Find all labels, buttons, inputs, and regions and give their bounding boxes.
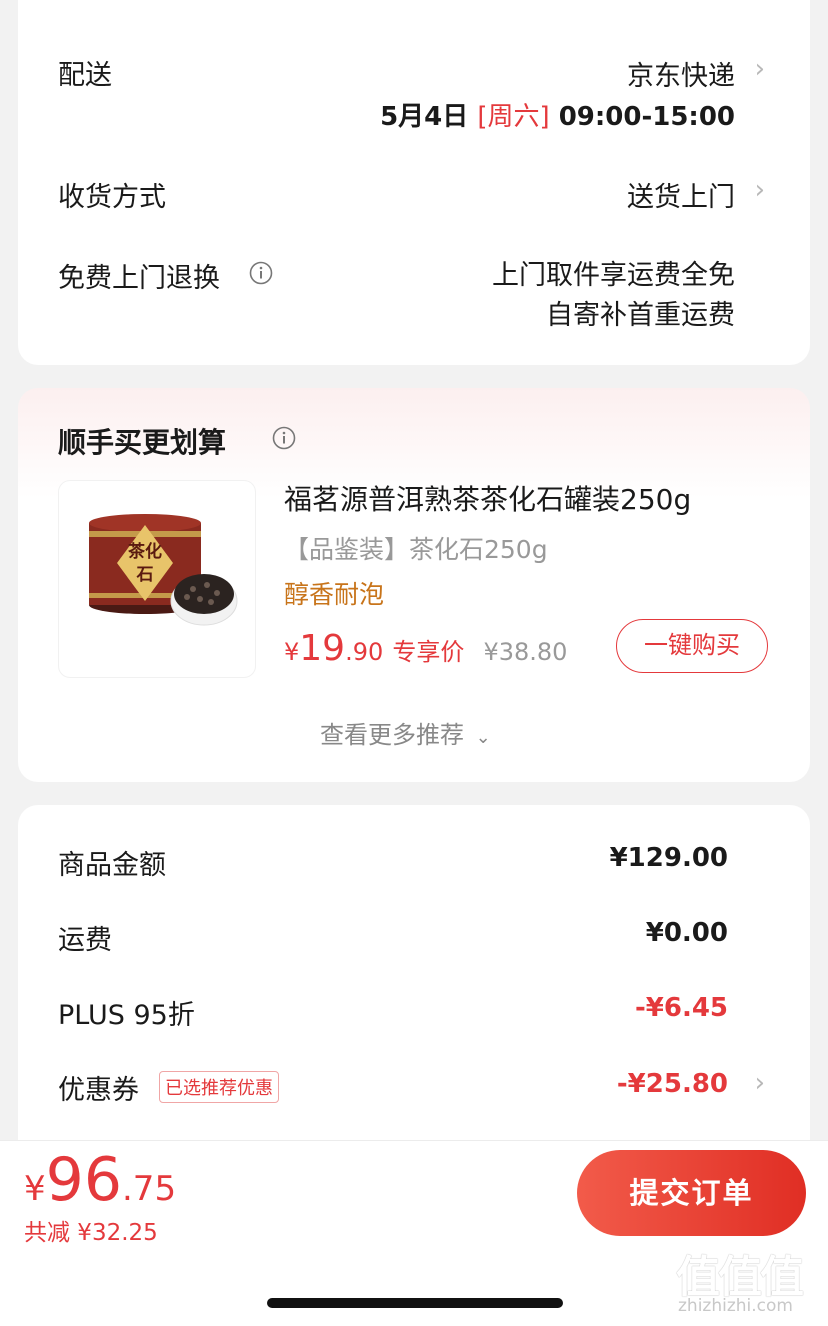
- receive-method-label: 收货方式: [58, 182, 166, 213]
- freight-label: 运费: [58, 925, 112, 956]
- delivery-time[interactable]: 5月4日 [周六] 09:00-15:00: [380, 96, 735, 133]
- price-currency: ¥: [284, 638, 300, 666]
- watermark-url: zhizhizhi.com: [678, 1296, 793, 1316]
- freight-value: ¥0.00: [645, 918, 728, 948]
- price-decimal: .90: [345, 638, 384, 666]
- total-currency: ¥: [24, 1169, 46, 1209]
- info-icon[interactable]: [272, 426, 296, 450]
- chevron-right-icon[interactable]: ›: [755, 1068, 765, 1098]
- product-price: ¥19.90 专享价 ¥38.80: [284, 628, 567, 669]
- plus-discount-label: PLUS 95折: [58, 1000, 195, 1031]
- product-name[interactable]: 福茗源普洱熟茶茶化石罐装250g: [284, 478, 691, 518]
- coupon-label: 优惠券: [58, 1075, 139, 1106]
- free-return-label: 免费上门退换: [58, 263, 220, 294]
- price-integer: 19: [299, 628, 346, 669]
- goods-amount-value: ¥129.00: [609, 843, 728, 873]
- svg-text:石: 石: [136, 565, 154, 585]
- total-decimal: .75: [122, 1169, 177, 1209]
- total-saved: 共减 ¥32.25: [24, 1220, 158, 1246]
- chevron-right-icon[interactable]: ›: [755, 54, 765, 84]
- bottom-bar: ¥96.75 共减 ¥32.25 提交订单 值值值 zhizhizhi.com: [0, 1140, 828, 1326]
- home-indicator: [267, 1298, 563, 1308]
- info-icon[interactable]: [249, 261, 273, 285]
- total-integer: 96: [45, 1145, 122, 1215]
- carrier-value[interactable]: 京东快递: [627, 54, 735, 93]
- delivery-window: 09:00-15:00: [558, 102, 735, 132]
- tea-can-image: 茶化 石: [89, 514, 238, 626]
- product-spec: 【品鉴装】茶化石250g: [284, 535, 548, 564]
- chevron-right-icon[interactable]: ›: [755, 175, 765, 205]
- price-label: 专享价: [392, 638, 465, 666]
- one-click-buy-button[interactable]: 一键购买: [616, 619, 768, 673]
- free-return-line2: 自寄补首重运费: [546, 300, 735, 331]
- svg-text:茶化: 茶化: [128, 541, 162, 562]
- delivery-date: 5月4日: [380, 102, 469, 132]
- free-return-line1: 上门取件享运费全免: [492, 260, 735, 291]
- delivery-weekday: [周六]: [477, 102, 550, 132]
- coupon-value[interactable]: -¥25.80: [617, 1069, 728, 1099]
- shipping-label: 配送: [58, 60, 112, 91]
- goods-amount-label: 商品金额: [58, 850, 166, 881]
- product-tag: 醇香耐泡: [284, 580, 385, 609]
- receive-method-value[interactable]: 送货上门: [627, 175, 735, 214]
- chevron-down-icon: ⌄: [475, 727, 491, 748]
- delivery-card: 配送 京东快递 › 5月4日 [周六] 09:00-15:00 收货方式 送货上…: [18, 0, 810, 365]
- plus-discount-value: -¥6.45: [634, 993, 728, 1023]
- recommend-title: 顺手买更划算: [58, 426, 227, 459]
- more-recommend-link[interactable]: 查看更多推荐 ⌄: [320, 715, 491, 750]
- recommend-card: 顺手买更划算 茶化 石 福茗源普洱熟茶茶化石罐装250g 【品鉴装】茶化石250…: [18, 388, 810, 782]
- more-recommend-label: 查看更多推荐: [320, 721, 464, 749]
- coupon-badge: 已选推荐优惠: [159, 1071, 279, 1103]
- product-image[interactable]: 茶化 石: [58, 480, 256, 678]
- submit-order-button[interactable]: 提交订单: [577, 1150, 806, 1236]
- original-price: ¥38.80: [483, 638, 568, 666]
- total-price: ¥96.75: [24, 1145, 176, 1215]
